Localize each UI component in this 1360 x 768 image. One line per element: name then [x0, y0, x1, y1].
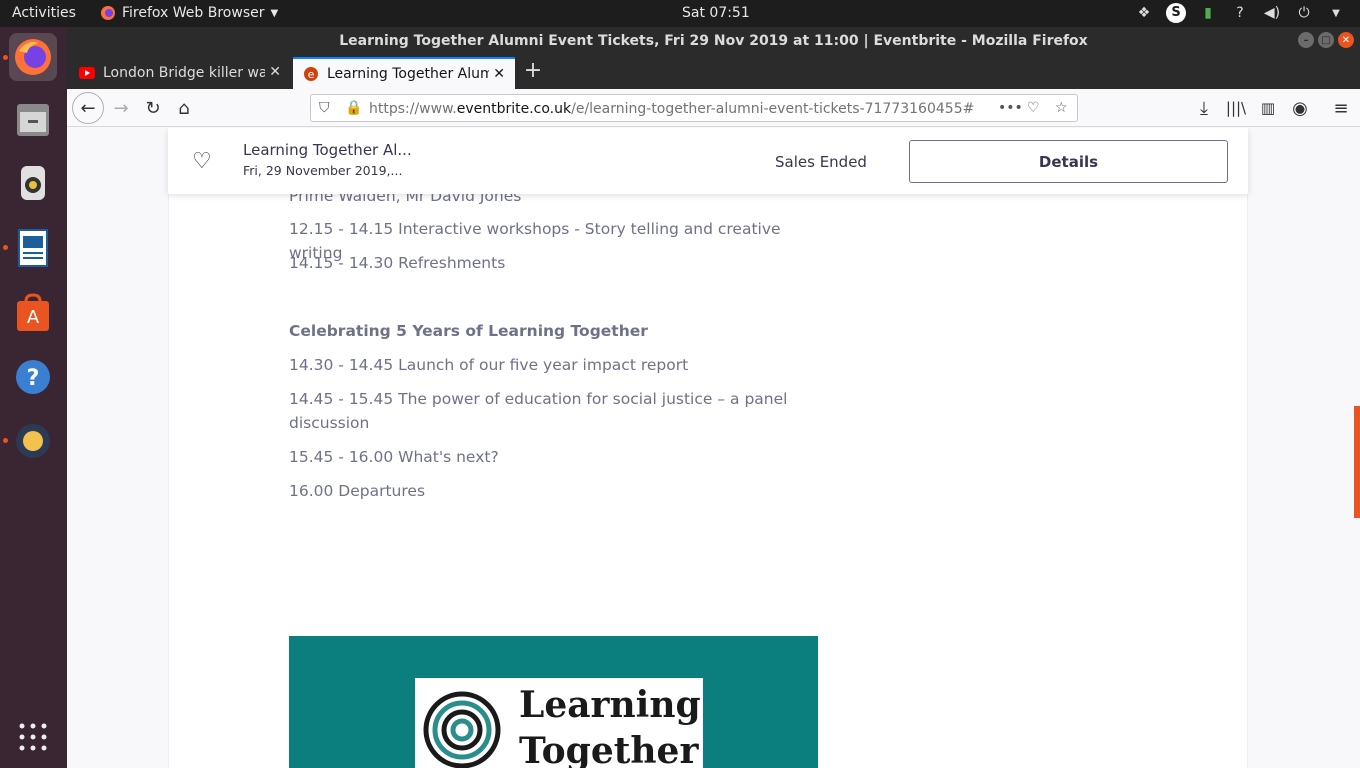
- heart-icon[interactable]: ♡: [192, 149, 212, 174]
- running-indicator: [3, 245, 8, 250]
- network-icon[interactable]: ?: [1230, 3, 1250, 23]
- minimize-button[interactable]: –: [1298, 32, 1314, 48]
- help-icon: ?: [16, 360, 50, 394]
- downloads-icon[interactable]: ⤓: [1190, 94, 1218, 122]
- software-center-icon: A: [17, 293, 49, 331]
- fingerprint-icon: [423, 691, 501, 768]
- svg-text:?: ?: [27, 366, 40, 391]
- sticky-event-title: Learning Together Al...: [243, 141, 412, 159]
- agenda-item: 15.45 - 16.00 What's next?: [289, 448, 499, 466]
- page-actions-icon[interactable]: •••: [998, 100, 1023, 116]
- url-prefix: https://www.: [369, 101, 457, 117]
- url-text: https://www.eventbrite.co.uk/e/learning-…: [369, 101, 974, 117]
- tab-learning-together[interactable]: e Learning Together Alumn ✕: [293, 57, 515, 89]
- bookmark-star-icon[interactable]: ☆: [1055, 100, 1068, 116]
- maximize-button[interactable]: □: [1318, 32, 1334, 48]
- url-path: /e/learning-together-alumni-event-ticket…: [571, 101, 975, 117]
- forward-button[interactable]: →: [107, 94, 135, 122]
- file-manager-icon: [17, 104, 49, 136]
- lock-icon[interactable]: 🔒: [345, 100, 362, 116]
- window-title: Learning Together Alumni Event Tickets, …: [339, 33, 1088, 49]
- page-content: Prime Walden, Mr David Jones 12.15 - 14.…: [67, 128, 1360, 768]
- dock-firefox[interactable]: [9, 33, 57, 81]
- volume-icon[interactable]: ◀): [1262, 3, 1282, 23]
- navigation-toolbar: ← → ↻ ⌂ ⛉ 🔒 https://www.eventbrite.co.uk…: [67, 89, 1360, 127]
- close-tab-icon[interactable]: ✕: [493, 66, 505, 82]
- agenda-item: 14.30 - 14.45 Launch of our five year im…: [289, 356, 689, 374]
- running-indicator: [3, 438, 8, 443]
- app-menu-label: Firefox Web Browser: [122, 5, 265, 21]
- running-indicator: [3, 55, 8, 60]
- system-top-bar: Activities Firefox Web Browser ▼ Sat 07:…: [0, 0, 1360, 27]
- window-controls: – □ ✕: [1298, 32, 1354, 48]
- eventbrite-icon: e: [304, 67, 318, 81]
- svg-text:e: e: [308, 68, 315, 81]
- sidebar-icon[interactable]: ▥: [1254, 94, 1282, 122]
- tab-label: Learning Together Alumn: [327, 66, 489, 82]
- lock-icon[interactable]: ▮: [1198, 3, 1218, 23]
- bird-icon: [16, 424, 50, 458]
- show-applications-button[interactable]: [9, 713, 57, 761]
- agenda-item: 14.45 - 15.45 The power of education for…: [289, 390, 788, 432]
- dock-help[interactable]: ?: [9, 353, 57, 401]
- agenda-item: 16.00 Departures: [289, 482, 426, 500]
- address-bar[interactable]: ⛉ 🔒 https://www.eventbrite.co.uk/e/learn…: [310, 94, 1078, 122]
- menu-icon[interactable]: ≡: [1327, 94, 1355, 122]
- back-button[interactable]: ←: [72, 92, 104, 124]
- app-menu[interactable]: Firefox Web Browser ▼: [100, 5, 278, 21]
- dock-files[interactable]: [9, 96, 57, 144]
- shield-icon[interactable]: ⛉: [319, 100, 330, 116]
- sales-status: Sales Ended: [775, 153, 867, 171]
- logo-line-2: Together: [519, 730, 699, 768]
- svg-text:A: A: [27, 307, 40, 328]
- clock[interactable]: Sat 07:51: [682, 5, 750, 21]
- skype-icon[interactable]: S: [1166, 3, 1186, 23]
- tab-strip: London Bridge killer was ✕ e Learning To…: [67, 55, 1360, 89]
- firefox-icon: [15, 39, 51, 75]
- new-tab-button[interactable]: +: [522, 60, 544, 84]
- close-window-button[interactable]: ✕: [1338, 32, 1354, 48]
- home-button[interactable]: ⌂: [170, 94, 198, 122]
- chevron-down-icon: ▼: [270, 7, 279, 19]
- grid-icon: [19, 723, 47, 751]
- logo-line-1: Learning: [519, 684, 701, 726]
- system-tray: ❖ S ▮ ? ◀) ⏻ ▼: [1134, 3, 1346, 23]
- firefox-icon: [101, 6, 115, 20]
- dock: A ?: [0, 27, 67, 768]
- scrollbar-thumb[interactable]: [1354, 406, 1360, 518]
- agenda-item: 14.15 - 14.30 Refreshments: [289, 254, 506, 272]
- speaker-icon: [21, 166, 45, 200]
- agenda-section-heading: Celebrating 5 Years of Learning Together: [289, 322, 648, 340]
- dock-software[interactable]: A: [9, 289, 57, 337]
- sticky-event-header: ♡ Learning Together Al... Fri, 29 Novemb…: [168, 128, 1248, 194]
- window-title-bar: Learning Together Alumni Event Tickets, …: [67, 27, 1360, 55]
- reload-button[interactable]: ↻: [139, 94, 167, 122]
- tab-label: London Bridge killer was: [103, 65, 265, 81]
- event-image-banner: Learning Together: [289, 636, 818, 768]
- library-icon[interactable]: |||\: [1222, 94, 1250, 122]
- dock-rhythmbox[interactable]: [9, 159, 57, 207]
- learning-together-logo: Learning Together: [415, 678, 703, 768]
- power-icon[interactable]: ⏻: [1294, 3, 1314, 23]
- url-domain: eventbrite.co.uk: [456, 101, 572, 117]
- dock-screenshot[interactable]: [9, 417, 57, 465]
- dropbox-icon[interactable]: ❖: [1134, 3, 1154, 23]
- sticky-event-date: Fri, 29 November 2019,...: [243, 163, 403, 178]
- tab-london-bridge[interactable]: London Bridge killer was ✕: [69, 57, 291, 89]
- youtube-icon: [79, 67, 95, 79]
- pocket-icon[interactable]: ♡: [1027, 100, 1040, 116]
- activities-button[interactable]: Activities: [12, 5, 76, 21]
- chevron-down-icon[interactable]: ▼: [1326, 3, 1346, 23]
- close-tab-icon[interactable]: ✕: [269, 64, 281, 80]
- document-icon: [18, 229, 48, 267]
- dock-writer[interactable]: [9, 224, 57, 272]
- account-icon[interactable]: ◉: [1286, 94, 1314, 122]
- details-button[interactable]: Details: [909, 140, 1228, 183]
